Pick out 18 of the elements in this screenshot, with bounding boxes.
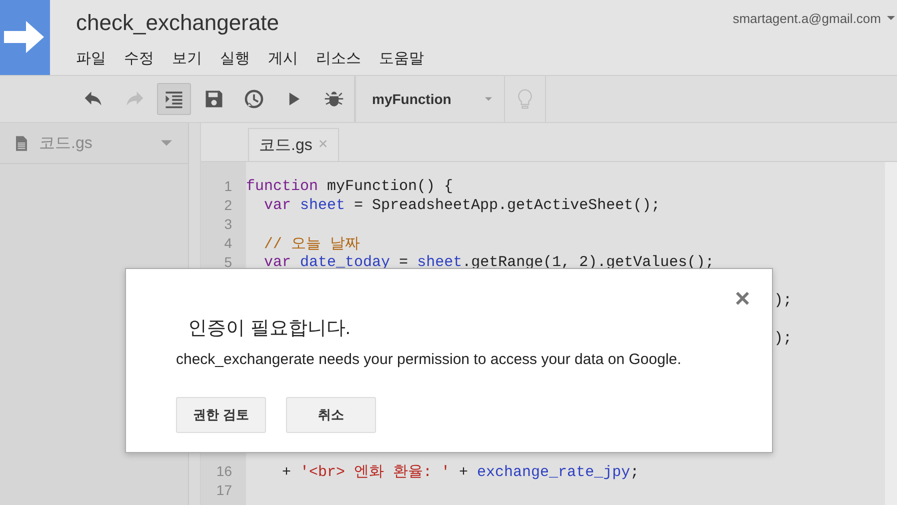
line-number: 16 [216, 462, 232, 478]
code-fragment: ); [774, 292, 792, 309]
line-number: 17 [216, 482, 232, 498]
code-line: var date_today = sheet.getRange(1, 2).getValues(); [263, 254, 714, 271]
code-line: var sheet = SpreadsheetApp.getActiveSheet(); [263, 197, 660, 214]
code-line: // 오늘 날짜 [263, 235, 360, 253]
code-fragment: ); [774, 330, 792, 347]
file-name: 코드.gs [39, 134, 94, 154]
tab-label: 코드.gs [259, 136, 312, 156]
dialog-title: 인증이 필요합니다. [188, 317, 351, 341]
line-number: 5 [224, 254, 232, 270]
line-number: 4 [224, 234, 232, 250]
line-number: 2 [224, 196, 232, 212]
dialog-message: check_exchangerate needs your permission to access your data on Google. [176, 351, 682, 368]
line-number: 1 [224, 178, 232, 194]
line-number: 3 [224, 216, 232, 232]
code-line: function myFunction() { [246, 178, 454, 195]
code-line: + '<br> 엔화 환율: ' + exchange_rate_jpy; [281, 463, 640, 481]
